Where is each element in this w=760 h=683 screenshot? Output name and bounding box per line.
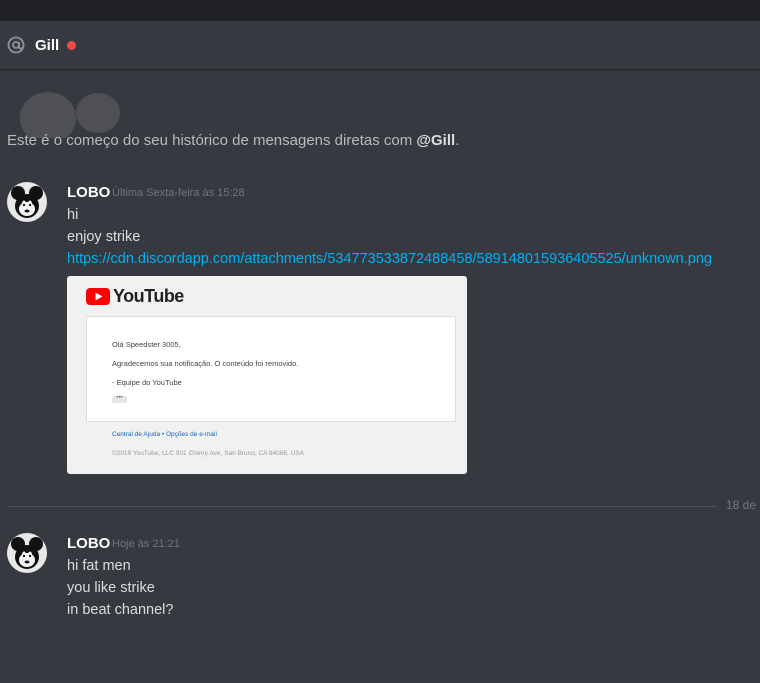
window-top-bar [0, 0, 760, 21]
message-line: hi fat men [67, 558, 131, 574]
email-footer-address: ©2019 YouTube, LLC 901 Cherry Ave, San B… [112, 450, 304, 457]
email-body: Agradecemos sua notificação. O conteúdo … [112, 359, 299, 368]
dm-intro-text: Este é o começo do seu histórico de mens… [7, 132, 460, 149]
at-icon [6, 35, 26, 55]
avatar[interactable] [7, 533, 47, 573]
message-line: you like strike [67, 580, 155, 596]
message-line: in beat channel? [67, 602, 174, 618]
intro-mention: @Gill [416, 132, 456, 149]
message-line: hi [67, 207, 79, 223]
message-timestamp: Hoje às 21:21 [112, 538, 180, 550]
date-divider [7, 506, 717, 507]
email-greeting: Olá Speedster 3005, [112, 340, 181, 349]
message-timestamp: Última Sexta-feira às 15:28 [112, 187, 245, 199]
channel-header: Gill [0, 21, 760, 70]
image-attachment[interactable]: YouTube Olá Speedster 3005, Agradecemos … [67, 276, 467, 474]
youtube-play-icon [86, 288, 110, 305]
header-user-name[interactable]: Gill [35, 37, 59, 54]
email-footer-links: Central de Ajuda • Opções de e-mail [112, 431, 217, 438]
message-author[interactable]: LOBO [67, 535, 110, 552]
message-author[interactable]: LOBO [67, 184, 110, 201]
status-indicator [67, 40, 77, 50]
attachment-link[interactable]: https://cdn.discordapp.com/attachments/5… [67, 251, 712, 267]
youtube-logo: YouTube [86, 286, 184, 307]
email-card: Olá Speedster 3005, Agradecemos sua noti… [86, 316, 456, 422]
email-signature: - Equipe do YouTube [112, 378, 182, 387]
avatar[interactable] [7, 182, 47, 222]
date-divider-label: 18 de [726, 498, 757, 512]
message-line: enjoy strike [67, 229, 141, 245]
more-dots: ••• [112, 395, 127, 403]
